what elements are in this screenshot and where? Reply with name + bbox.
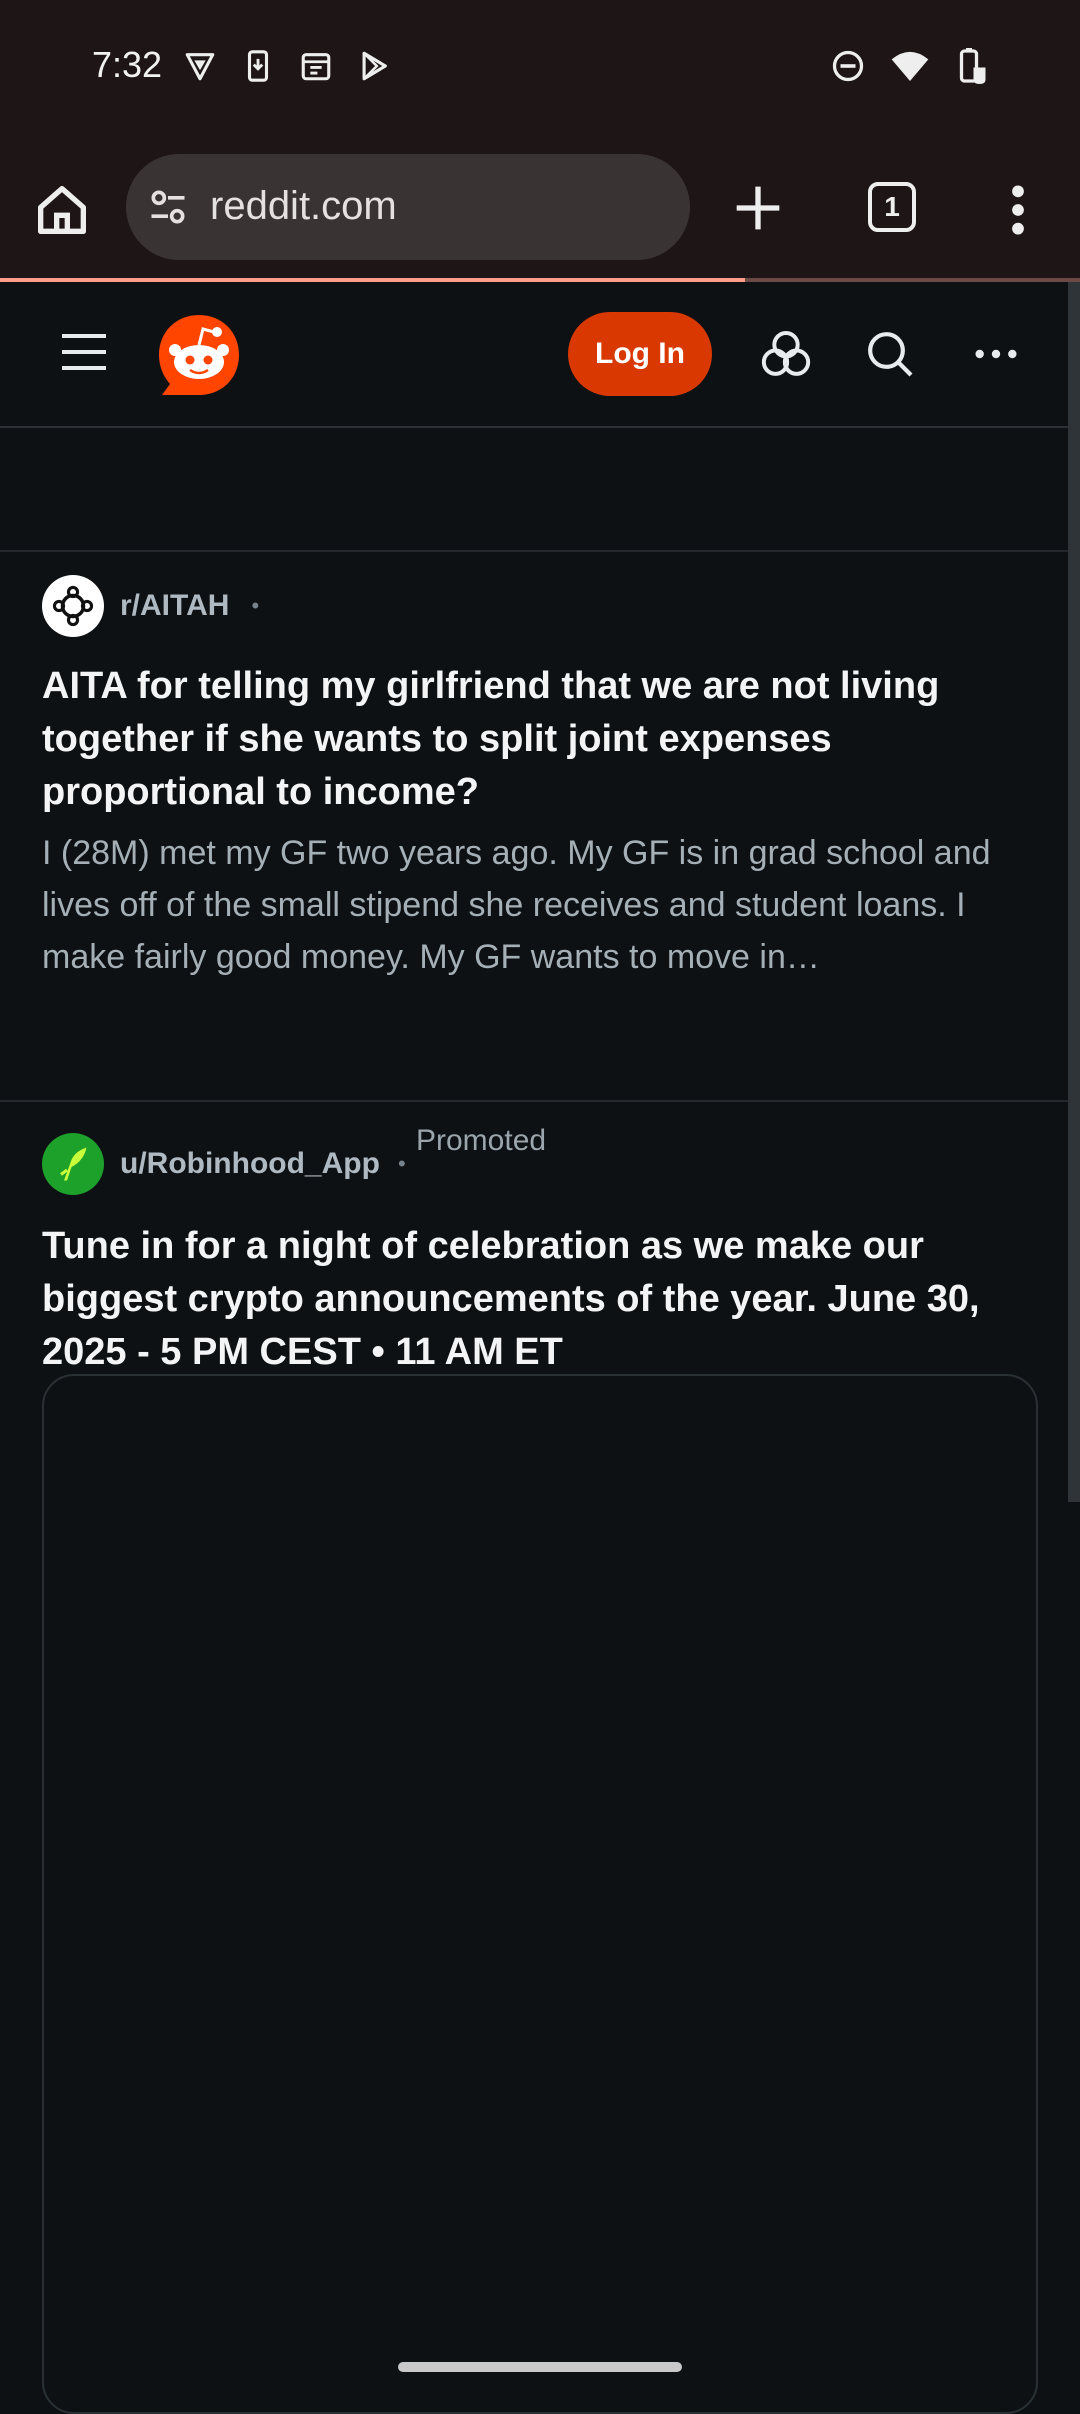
reddit-header: Log In	[0, 282, 1068, 428]
gesture-navigation-bar[interactable]	[398, 2362, 682, 2372]
home-icon[interactable]	[30, 178, 94, 242]
more-menu-icon[interactable]	[1000, 178, 1036, 242]
feed-post[interactable]: r/AITAH • AITA for telling my girlfriend…	[42, 574, 1032, 983]
battery-saver-icon	[952, 46, 992, 86]
new-tab-icon[interactable]	[726, 176, 790, 240]
page-scrollbar[interactable]	[1068, 282, 1080, 1502]
separator-dot: •	[251, 593, 260, 618]
hamburger-icon[interactable]	[58, 330, 110, 374]
ad-media[interactable]	[42, 1374, 1038, 2414]
status-time: 7:32	[92, 44, 163, 85]
address-bar[interactable]: reddit.com	[126, 154, 690, 260]
do-not-disturb-icon	[828, 46, 868, 86]
post-title[interactable]: AITA for telling my girlfriend that we a…	[42, 660, 1032, 819]
site-settings-icon[interactable]	[146, 185, 190, 229]
calendar-icon	[296, 46, 336, 86]
url-text[interactable]: reddit.com	[210, 184, 397, 229]
feed-divider	[0, 550, 1068, 552]
search-icon[interactable]	[862, 326, 918, 382]
wifi-icon	[890, 46, 930, 86]
browser-toolbar: reddit.com 1	[0, 140, 1080, 278]
post-title[interactable]: Tune in for a night of celebration as we…	[42, 1220, 1032, 1379]
download-phone-icon	[238, 46, 278, 86]
promoted-post[interactable]: u/Robinhood_App • Tune in for a night of…	[42, 1132, 1032, 1379]
login-button[interactable]: Log In	[568, 312, 712, 396]
play-store-icon	[354, 46, 394, 86]
tab-switcher-icon[interactable]: 1	[868, 182, 916, 232]
notification-icons	[180, 46, 394, 86]
subreddit-avatar[interactable]	[42, 575, 104, 637]
post-body[interactable]: I (28M) met my GF two years ago. My GF i…	[42, 827, 1032, 983]
more-options-icon[interactable]	[968, 326, 1024, 382]
status-bar: 7:32	[0, 0, 1080, 140]
advertiser-name[interactable]: u/Robinhood_App	[120, 1147, 380, 1181]
vpn-shield-icon	[180, 46, 220, 86]
advertiser-avatar[interactable]	[42, 1133, 104, 1195]
separator-dot: •	[397, 1151, 406, 1176]
communities-icon[interactable]	[758, 326, 814, 382]
promoted-label: Promoted	[416, 1124, 547, 1157]
system-icons	[828, 46, 992, 86]
reddit-logo[interactable]	[156, 312, 242, 398]
subreddit-name[interactable]: r/AITAH	[120, 589, 229, 623]
feed-divider	[0, 1100, 1068, 1102]
